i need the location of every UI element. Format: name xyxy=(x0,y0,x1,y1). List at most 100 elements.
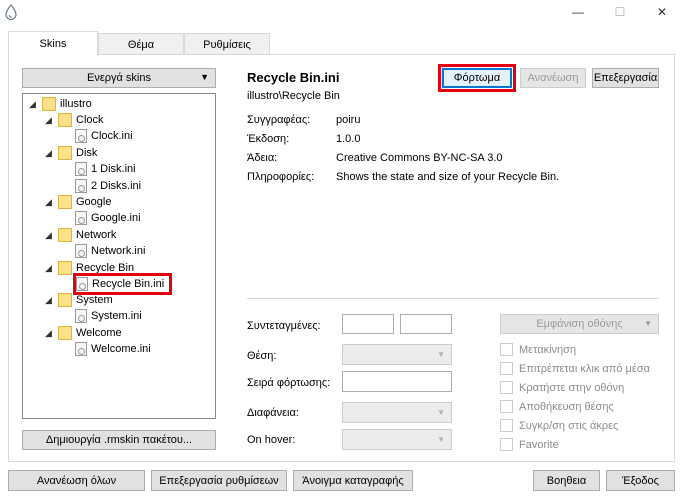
refresh-all-button[interactable]: Ανανέωση όλων xyxy=(8,470,145,491)
skin-path: illustro\Recycle Bin xyxy=(247,90,340,102)
on-hover-label: On hover: xyxy=(247,434,296,446)
ini-file-icon xyxy=(75,309,87,323)
tree-file-2-disks-ini[interactable]: 2 Disks.ini xyxy=(75,178,141,194)
checkbox-box xyxy=(500,438,513,451)
ini-file-icon xyxy=(75,129,87,143)
separator xyxy=(247,298,659,299)
tab-settings[interactable]: Ρυθμίσεις xyxy=(184,33,270,55)
button-label: Επεξεργασία ρυθμίσεων xyxy=(159,474,279,487)
chevron-down-icon: ▼ xyxy=(437,350,445,359)
tab-skins[interactable]: Skins xyxy=(8,31,98,56)
tree-label: Disk xyxy=(76,147,98,159)
maximize-button[interactable]: ☐ xyxy=(598,0,642,24)
close-icon: ✕ xyxy=(656,5,668,19)
refresh-button[interactable]: Ανανέωση xyxy=(520,68,586,88)
open-log-button[interactable]: Άνοιγμα καταγραφής xyxy=(293,470,413,491)
tree-label: Welcome.ini xyxy=(91,343,151,355)
active-skins-dropdown[interactable]: Ενεργά skins ▼ xyxy=(22,68,216,88)
chevron-down-icon: ▼ xyxy=(437,408,445,417)
tree-label: 1 Disk.ini xyxy=(91,163,136,175)
checkbox-label: Favorite xyxy=(519,438,559,451)
tree-file-welcome-ini[interactable]: Welcome.ini xyxy=(75,341,151,357)
button-label: Δημιουργία .rmskin πακέτου... xyxy=(45,434,193,446)
collapse-icon: ◢ xyxy=(45,327,52,338)
tree-folder-network[interactable]: ◢ Network xyxy=(45,227,116,243)
edit-button[interactable]: Επεξεργασία xyxy=(592,68,659,88)
ini-file-icon xyxy=(75,162,87,176)
license-label: Άδεια: xyxy=(247,152,278,164)
tree-file-system-ini[interactable]: System.ini xyxy=(75,308,142,324)
display-monitor-button[interactable]: Εμφάνιση οθόνης ▼ xyxy=(500,314,659,334)
info-value: Shows the state and size of your Recycle… xyxy=(336,171,560,183)
tab-label: Skins xyxy=(39,38,67,50)
button-label: Έξοδος xyxy=(622,474,659,487)
position-label: Θέση: xyxy=(247,350,277,362)
load-order-input[interactable] xyxy=(342,371,452,392)
chevron-down-icon: ▼ xyxy=(437,435,445,444)
tree-file-network-ini[interactable]: Network.ini xyxy=(75,243,145,259)
button-label: Εμφάνιση οθόνης xyxy=(536,318,623,330)
edit-settings-button[interactable]: Επεξεργασία ρυθμίσεων xyxy=(151,470,287,491)
tree-file-recycle-bin-ini[interactable]: Recycle Bin.ini xyxy=(76,276,164,292)
author-label: Συγγραφέας: xyxy=(247,114,311,126)
info-label: Πληροφορίες: xyxy=(247,171,315,183)
version-value: 1.0.0 xyxy=(336,133,361,145)
checkbox-draggable[interactable]: Μετακίνηση xyxy=(500,343,576,356)
create-rmskin-package-button[interactable]: Δημιουργία .rmskin πακέτου... xyxy=(22,430,216,450)
folder-icon xyxy=(42,97,56,111)
tab-label: Θέμα xyxy=(127,38,155,51)
tree-folder-system[interactable]: ◢ System xyxy=(45,292,113,308)
maximize-icon: ☐ xyxy=(614,5,626,19)
skins-tree[interactable]: ◢ illustro ◢ Clock Clock.ini ◢ Disk 1 Di… xyxy=(22,93,216,419)
tree-folder-google[interactable]: ◢ Google xyxy=(45,194,111,210)
ini-file-icon xyxy=(75,342,87,356)
title-bar: — ☐ ✕ xyxy=(0,0,683,26)
ini-file-icon xyxy=(76,277,88,291)
checkbox-keep-on-screen[interactable]: Κρατήστε στην οθόνη xyxy=(500,381,624,394)
position-select[interactable]: ▼ xyxy=(342,344,452,365)
folder-icon xyxy=(58,326,72,340)
tree-label: System xyxy=(76,294,113,306)
checkbox-snap-to-edges[interactable]: Συγκρ/ση στις άκρες xyxy=(500,419,618,432)
tree-label: 2 Disks.ini xyxy=(91,180,142,192)
tree-label: Clock.ini xyxy=(91,130,133,142)
checkbox-label: Συγκρ/ση στις άκρες xyxy=(519,419,619,432)
checkbox-favorite[interactable]: Favorite xyxy=(500,438,559,451)
checkbox-box xyxy=(500,362,513,375)
help-button[interactable]: Βοηθεια xyxy=(533,470,600,491)
tree-label: Google xyxy=(76,196,112,208)
checkbox-label: Επιτρέπεται κλικ από μέσα xyxy=(519,362,650,375)
checkbox-save-position[interactable]: Αποθήκευση θέσης xyxy=(500,400,614,413)
button-label: Επεξεργασία xyxy=(593,72,658,84)
tree-folder-welcome[interactable]: ◢ Welcome xyxy=(45,325,122,341)
tree-file-clock-ini[interactable]: Clock.ini xyxy=(75,128,133,144)
checkbox-box xyxy=(500,343,513,356)
close-button[interactable]: ✕ xyxy=(640,0,683,24)
rainmeter-drop-icon xyxy=(5,4,17,20)
checkbox-click-through[interactable]: Επιτρέπεται κλικ από μέσα xyxy=(500,362,650,375)
x-coordinate-input[interactable] xyxy=(342,314,394,334)
minimize-button[interactable]: — xyxy=(556,0,600,24)
tree-label: Network.ini xyxy=(91,245,146,257)
minimize-icon: — xyxy=(572,5,584,19)
tree-file-google-ini[interactable]: Google.ini xyxy=(75,210,141,226)
exit-button[interactable]: Έξοδος xyxy=(606,470,675,491)
on-hover-select[interactable]: ▼ xyxy=(342,429,452,450)
load-button[interactable]: Φόρτωμα xyxy=(442,68,512,88)
tree-root[interactable]: ◢ illustro xyxy=(29,96,92,112)
collapse-icon: ◢ xyxy=(45,294,52,305)
collapse-icon: ◢ xyxy=(45,196,52,207)
tree-label: illustro xyxy=(60,98,92,110)
tab-theme[interactable]: Θέμα xyxy=(98,33,184,55)
tree-label: System.ini xyxy=(91,310,142,322)
tree-folder-disk[interactable]: ◢ Disk xyxy=(45,145,97,161)
tree-file-1-disk-ini[interactable]: 1 Disk.ini xyxy=(75,161,136,177)
y-coordinate-input[interactable] xyxy=(400,314,452,334)
ini-file-icon xyxy=(75,244,87,258)
tree-label: Clock xyxy=(76,114,104,126)
transparency-select[interactable]: ▼ xyxy=(342,402,452,423)
tree-folder-clock[interactable]: ◢ Clock xyxy=(45,112,104,128)
button-label: Ανανέωση όλων xyxy=(36,474,117,487)
button-label: Φόρτωμα xyxy=(453,72,501,84)
tab-label: Ρυθμίσεις xyxy=(203,38,251,51)
